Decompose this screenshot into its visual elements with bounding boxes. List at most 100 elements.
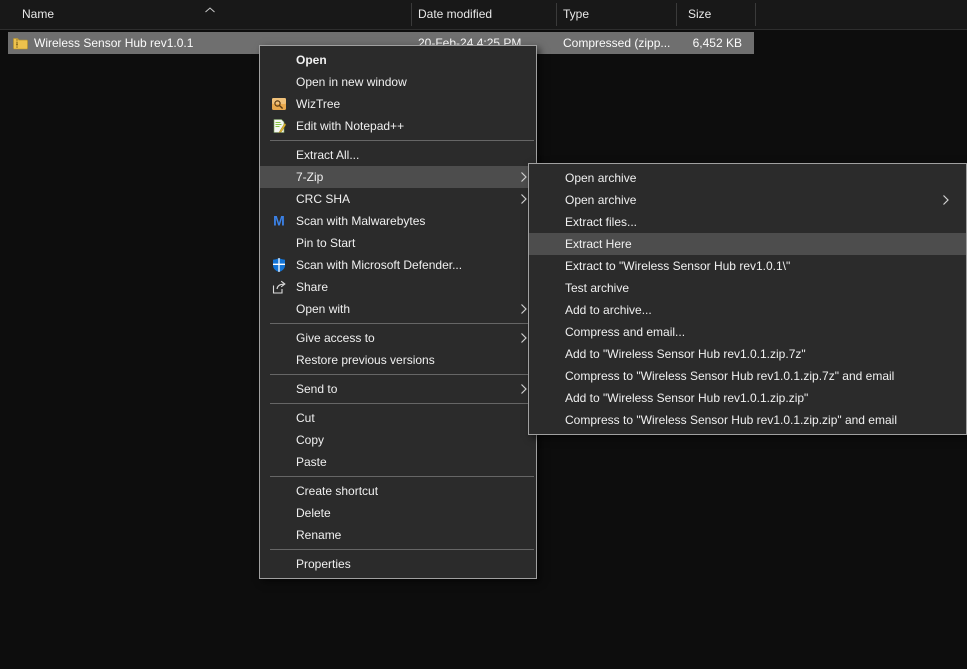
menu-item-label: Properties <box>296 557 514 571</box>
menu-item-label: Open in new window <box>296 75 514 89</box>
menu-separator <box>270 374 534 375</box>
column-header-row: Name Date modified Type Size <box>0 0 967 30</box>
menu-separator <box>270 140 534 141</box>
menu-item-label: Copy <box>296 433 514 447</box>
menu-item-label: Extract files... <box>565 215 936 229</box>
menu-item-scan-with-malwarebytes[interactable]: M Scan with Malwarebytes <box>260 210 536 232</box>
menu-item-delete[interactable]: Delete <box>260 502 536 524</box>
menu-separator <box>270 549 534 550</box>
submenu-item-compress-and-email[interactable]: Compress and email... <box>529 321 966 343</box>
submenu-item-add-to-archive[interactable]: Add to archive... <box>529 299 966 321</box>
menu-item-crc-sha[interactable]: CRC SHA <box>260 188 536 210</box>
menu-item-send-to[interactable]: Send to <box>260 378 536 400</box>
seven-zip-submenu: Open archive Open archive Extract files...… <box>528 163 967 435</box>
column-divider[interactable] <box>755 3 756 26</box>
svg-text:M: M <box>273 213 285 229</box>
submenu-item-open-archive[interactable]: Open archive <box>529 167 966 189</box>
menu-item-label: CRC SHA <box>296 192 514 206</box>
submenu-item-extract-here[interactable]: Extract Here <box>529 233 966 255</box>
column-header-size[interactable]: Size <box>688 0 711 29</box>
chevron-right-icon <box>514 193 528 205</box>
notepadpp-icon <box>267 118 291 134</box>
column-divider[interactable] <box>556 3 557 26</box>
file-name: Wireless Sensor Hub rev1.0.1 <box>34 32 193 54</box>
menu-item-properties[interactable]: Properties <box>260 553 536 575</box>
menu-item-paste[interactable]: Paste <box>260 451 536 473</box>
menu-item-label: Open <box>296 53 514 67</box>
menu-item-label: Extract All... <box>296 148 514 162</box>
menu-item-label: Create shortcut <box>296 484 514 498</box>
menu-item-label: Cut <box>296 411 514 425</box>
defender-icon <box>267 257 291 273</box>
submenu-item-compress-to-wireless-sensor-hub-rev1-0-1-zip-7z-and-email[interactable]: Compress to "Wireless Sensor Hub rev1.0.… <box>529 365 966 387</box>
menu-item-label: Paste <box>296 455 514 469</box>
menu-item-label: Send to <box>296 382 514 396</box>
menu-item-7-zip[interactable]: 7-Zip <box>260 166 536 188</box>
menu-item-label: Delete <box>296 506 514 520</box>
column-divider[interactable] <box>676 3 677 26</box>
file-type: Compressed (zipp... <box>563 32 670 54</box>
menu-item-label: Compress to "Wireless Sensor Hub rev1.0.… <box>565 413 936 427</box>
menu-separator <box>270 476 534 477</box>
menu-item-open[interactable]: Open <box>260 49 536 71</box>
malwarebytes-icon: M <box>267 213 291 229</box>
menu-item-label: Add to "Wireless Sensor Hub rev1.0.1.zip… <box>565 347 936 361</box>
menu-item-label: WizTree <box>296 97 514 111</box>
menu-item-cut[interactable]: Cut <box>260 407 536 429</box>
menu-separator <box>270 403 534 404</box>
menu-separator <box>270 323 534 324</box>
share-icon <box>267 279 291 295</box>
menu-item-label: Open archive <box>565 171 936 185</box>
menu-item-label: Scan with Microsoft Defender... <box>296 258 514 272</box>
chevron-right-icon <box>514 171 528 183</box>
chevron-right-icon <box>514 383 528 395</box>
menu-item-label: Rename <box>296 528 514 542</box>
menu-item-give-access-to[interactable]: Give access to <box>260 327 536 349</box>
submenu-item-extract-files[interactable]: Extract files... <box>529 211 966 233</box>
menu-item-label: Compress to "Wireless Sensor Hub rev1.0.… <box>565 369 936 383</box>
menu-item-label: Test archive <box>565 281 936 295</box>
menu-item-label: Extract to "Wireless Sensor Hub rev1.0.1… <box>565 259 936 273</box>
chevron-right-icon <box>936 194 950 206</box>
menu-item-label: 7-Zip <box>296 170 514 184</box>
submenu-item-add-to-wireless-sensor-hub-rev1-0-1-zip-zip[interactable]: Add to "Wireless Sensor Hub rev1.0.1.zip… <box>529 387 966 409</box>
menu-item-create-shortcut[interactable]: Create shortcut <box>260 480 536 502</box>
submenu-item-compress-to-wireless-sensor-hub-rev1-0-1-zip-zip-and-email[interactable]: Compress to "Wireless Sensor Hub rev1.0.… <box>529 409 966 431</box>
submenu-item-add-to-wireless-sensor-hub-rev1-0-1-zip-7z[interactable]: Add to "Wireless Sensor Hub rev1.0.1.zip… <box>529 343 966 365</box>
menu-item-open-with[interactable]: Open with <box>260 298 536 320</box>
context-menu: Open Open in new window WizTree Edit with N… <box>259 45 537 579</box>
menu-item-label: Add to archive... <box>565 303 936 317</box>
menu-item-label: Open archive <box>565 193 936 207</box>
file-size: 6,452 KB <box>693 32 742 54</box>
menu-item-pin-to-start[interactable]: Pin to Start <box>260 232 536 254</box>
wiztree-icon <box>267 96 291 112</box>
chevron-right-icon <box>514 332 528 344</box>
menu-item-open-in-new-window[interactable]: Open in new window <box>260 71 536 93</box>
column-divider[interactable] <box>411 3 412 26</box>
menu-item-label: Extract Here <box>565 237 936 251</box>
menu-item-label: Edit with Notepad++ <box>296 119 514 133</box>
menu-item-edit-with-notepad[interactable]: Edit with Notepad++ <box>260 115 536 137</box>
menu-item-restore-previous-versions[interactable]: Restore previous versions <box>260 349 536 371</box>
menu-item-scan-with-microsoft-defender[interactable]: Scan with Microsoft Defender... <box>260 254 536 276</box>
menu-item-share[interactable]: Share <box>260 276 536 298</box>
menu-item-label: Add to "Wireless Sensor Hub rev1.0.1.zip… <box>565 391 936 405</box>
column-header-date-modified[interactable]: Date modified <box>418 0 492 29</box>
submenu-item-extract-to-wireless-sensor-hub-rev1-0-1[interactable]: Extract to "Wireless Sensor Hub rev1.0.1… <box>529 255 966 277</box>
menu-item-label: Scan with Malwarebytes <box>296 214 514 228</box>
menu-item-label: Give access to <box>296 331 514 345</box>
menu-item-wiztree[interactable]: WizTree <box>260 93 536 115</box>
submenu-item-test-archive[interactable]: Test archive <box>529 277 966 299</box>
menu-item-extract-all[interactable]: Extract All... <box>260 144 536 166</box>
menu-item-copy[interactable]: Copy <box>260 429 536 451</box>
menu-item-label: Open with <box>296 302 514 316</box>
column-header-name[interactable]: Name <box>22 0 54 29</box>
column-header-type[interactable]: Type <box>563 0 589 29</box>
menu-item-label: Compress and email... <box>565 325 936 339</box>
menu-item-label: Restore previous versions <box>296 353 514 367</box>
menu-item-rename[interactable]: Rename <box>260 524 536 546</box>
submenu-item-open-archive[interactable]: Open archive <box>529 189 966 211</box>
menu-item-label: Share <box>296 280 514 294</box>
menu-item-label: Pin to Start <box>296 236 514 250</box>
chevron-right-icon <box>514 303 528 315</box>
